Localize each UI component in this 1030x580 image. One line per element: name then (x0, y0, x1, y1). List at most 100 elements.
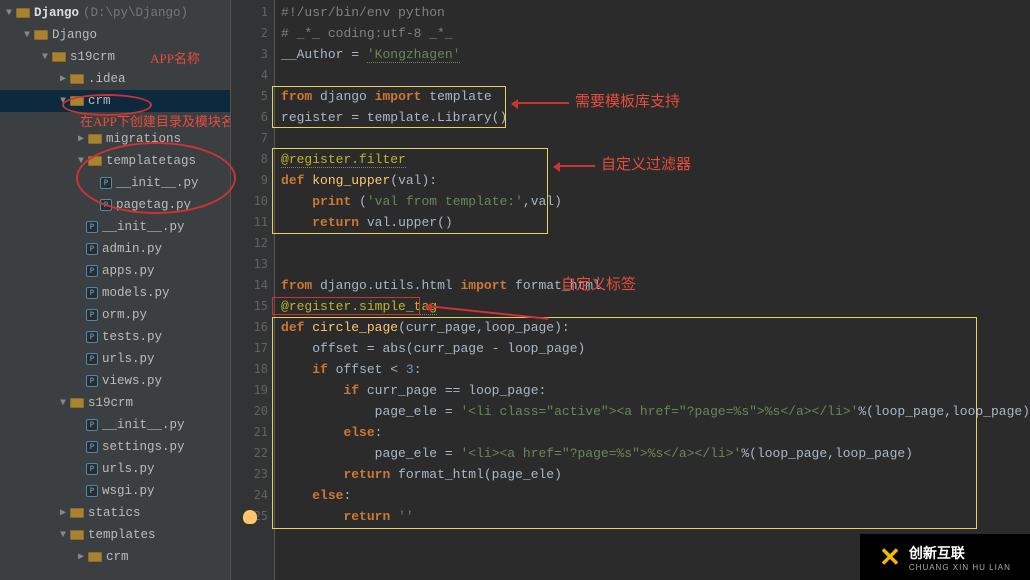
line-number[interactable]: 6 (231, 107, 268, 128)
folder-icon (70, 530, 84, 540)
code-line (281, 233, 1030, 254)
line-number[interactable]: 2 (231, 23, 268, 44)
line-number[interactable]: 21 (231, 422, 268, 443)
folder-icon (70, 74, 84, 84)
tree-node-file[interactable]: P urls.py (0, 458, 230, 480)
tree-node-file[interactable]: P wsgi.py (0, 480, 230, 502)
tree-node[interactable]: ▼ s19crm APP名称 (0, 46, 230, 68)
code-line: if curr_page == loop_page: (281, 380, 1030, 401)
tree-node-file[interactable]: P settings.py (0, 436, 230, 458)
ide-window: ▼ Django (D:\py\Django) ▼ Django ▼ s19cr… (0, 0, 1030, 580)
chevron-right-icon[interactable]: ▶ (56, 507, 70, 519)
python-file-icon: P (86, 485, 98, 497)
line-number[interactable]: 10 (231, 191, 268, 212)
annotation-custom-filter: 自定义过滤器 (601, 155, 691, 176)
code-area[interactable]: #!/usr/bin/env python # _*_ coding:utf-8… (275, 0, 1030, 580)
line-number[interactable]: 13 (231, 254, 268, 275)
python-file-icon: P (86, 419, 98, 431)
code-line: def circle_page(curr_page,loop_page): (281, 317, 1030, 338)
code-editor[interactable]: 1234567891011121314151617181920212223242… (231, 0, 1030, 580)
tree-node-file[interactable]: P orm.py (0, 304, 230, 326)
intention-bulb-icon[interactable] (243, 510, 257, 524)
python-file-icon: P (86, 463, 98, 475)
line-number[interactable]: 24 (231, 485, 268, 506)
line-number[interactable]: 16 (231, 317, 268, 338)
chevron-down-icon[interactable]: ▼ (74, 156, 88, 167)
tree-node-file[interactable]: P admin.py (0, 238, 230, 260)
code-line: from django.utils.html import format_htm… (281, 275, 1030, 296)
tree-node[interactable]: ▶ crm (0, 546, 230, 568)
tree-node-file[interactable]: P views.py (0, 370, 230, 392)
line-number[interactable]: 22 (231, 443, 268, 464)
code-line: offset = abs(curr_page - loop_page) (281, 338, 1030, 359)
tree-node[interactable]: ▶ statics (0, 502, 230, 524)
line-number[interactable]: 7 (231, 128, 268, 149)
code-line: # _*_ coding:utf-8 _*_ (281, 26, 453, 41)
chevron-down-icon[interactable]: ▼ (56, 398, 70, 409)
folder-icon (88, 156, 102, 166)
line-number[interactable]: 17 (231, 338, 268, 359)
line-number[interactable]: 3 (231, 44, 268, 65)
line-number[interactable]: 4 (231, 65, 268, 86)
tree-node-file[interactable]: P apps.py (0, 260, 230, 282)
chevron-down-icon[interactable]: ▼ (56, 96, 70, 107)
folder-icon (70, 508, 84, 518)
folder-icon (70, 398, 84, 408)
tree-node-file[interactable]: P urls.py (0, 348, 230, 370)
tree-node[interactable]: ▶ migrations (0, 128, 230, 150)
folder-icon (52, 52, 66, 62)
line-number[interactable]: 5 (231, 86, 268, 107)
tree-node-file[interactable]: P tests.py (0, 326, 230, 348)
chevron-right-icon[interactable]: ▶ (56, 73, 70, 85)
code-line: print ('val from template:',val) (281, 191, 1030, 212)
line-number[interactable]: 14 (231, 275, 268, 296)
chevron-down-icon[interactable]: ▼ (56, 530, 70, 541)
line-number[interactable]: 11 (231, 212, 268, 233)
chevron-right-icon[interactable]: ▶ (74, 133, 88, 145)
tree-node-file[interactable]: P __init__.py (0, 414, 230, 436)
code-line: #!/usr/bin/env python (281, 5, 445, 20)
line-number[interactable]: 1 (231, 2, 268, 23)
folder-icon (34, 30, 48, 40)
line-number[interactable]: 8 (231, 149, 268, 170)
annotation-app-name: APP名称 (150, 48, 200, 67)
python-file-icon: P (86, 441, 98, 453)
line-number-gutter[interactable]: 1234567891011121314151617181920212223242… (231, 0, 275, 580)
chevron-right-icon[interactable]: ▶ (74, 551, 88, 563)
tree-node[interactable]: ▼ templatetags (0, 150, 230, 172)
python-file-icon: P (86, 243, 98, 255)
tree-node-root[interactable]: ▼ Django (D:\py\Django) (0, 2, 230, 24)
line-number[interactable]: 9 (231, 170, 268, 191)
chevron-down-icon[interactable]: ▼ (38, 52, 52, 63)
folder-icon (70, 96, 84, 106)
code-line: return format_html(page_ele) (281, 464, 1030, 485)
tree-node[interactable]: ▼ Django (0, 24, 230, 46)
tree-node-file[interactable]: P pagetag.py (0, 194, 230, 216)
tree-node-file[interactable]: P __init__.py (0, 172, 230, 194)
tree-node-selected[interactable]: ▼ crm (0, 90, 230, 112)
line-number[interactable]: 15 (231, 296, 268, 317)
line-number[interactable]: 23 (231, 464, 268, 485)
annotation-arrow (555, 165, 595, 167)
annotation-need-lib: 需要模板库支持 (575, 92, 680, 113)
line-number[interactable]: 18 (231, 359, 268, 380)
line-number[interactable]: 20 (231, 401, 268, 422)
python-file-icon: P (86, 375, 98, 387)
tree-node[interactable]: ▶ .idea (0, 68, 230, 90)
logo-icon: ✕ (879, 542, 901, 573)
line-number[interactable]: 19 (231, 380, 268, 401)
chevron-down-icon[interactable]: ▼ (20, 30, 34, 41)
code-line: if offset < 3: (281, 359, 1030, 380)
code-line: __Author = 'Kongzhagen' (281, 44, 1030, 65)
folder-icon (88, 552, 102, 562)
code-line: @register.simple_tag (281, 296, 1030, 317)
tree-node[interactable]: ▼ s19crm (0, 392, 230, 414)
python-file-icon: P (100, 177, 112, 189)
tree-node-file[interactable]: P models.py (0, 282, 230, 304)
tree-node-file[interactable]: P __init__.py (0, 216, 230, 238)
chevron-down-icon[interactable]: ▼ (2, 8, 16, 19)
python-file-icon: P (86, 287, 98, 299)
tree-node[interactable]: ▼ templates (0, 524, 230, 546)
project-tree-panel[interactable]: ▼ Django (D:\py\Django) ▼ Django ▼ s19cr… (0, 0, 231, 580)
line-number[interactable]: 12 (231, 233, 268, 254)
